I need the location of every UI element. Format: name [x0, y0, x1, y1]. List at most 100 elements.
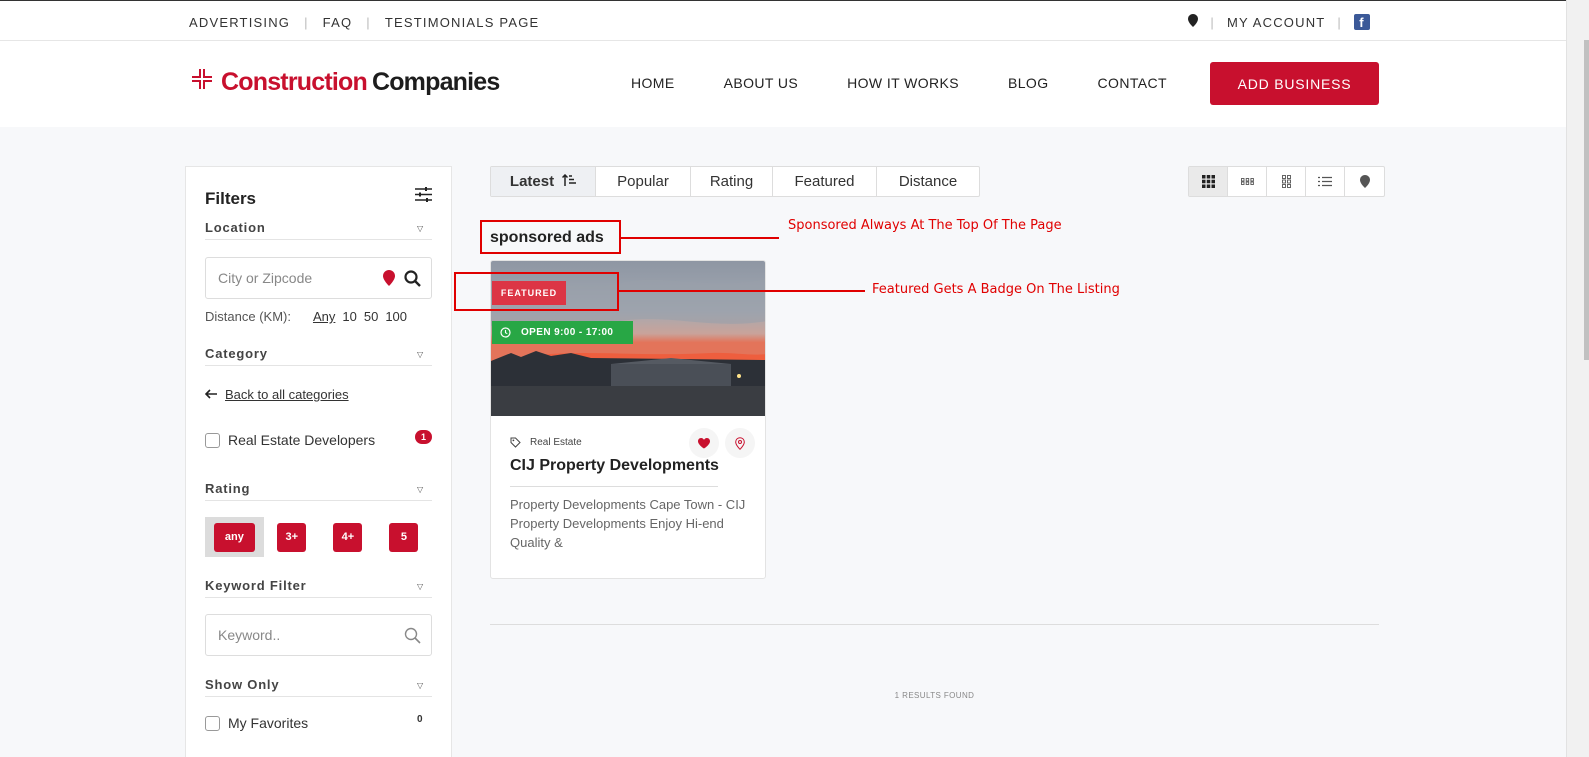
annotation-featured-text: Featured Gets A Badge On The Listing: [872, 282, 1120, 297]
nav-contact[interactable]: CONTACT: [1098, 75, 1167, 91]
nav-about-us[interactable]: ABOUT US: [724, 75, 799, 91]
category-label: Category: [205, 346, 268, 361]
results-divider: [490, 624, 1379, 625]
search-icon[interactable]: [404, 270, 421, 290]
rating-any-option[interactable]: any: [205, 517, 264, 557]
chevron-down-icon: ▽: [417, 224, 424, 233]
distance-label: Distance (KM):: [205, 309, 291, 324]
distance-50[interactable]: 50: [364, 309, 378, 324]
main-nav: HOME ABOUT US HOW IT WORKS BLOG CONTACT: [631, 75, 1216, 91]
map-view-icon[interactable]: [1345, 167, 1384, 196]
tab-latest[interactable]: Latest: [491, 167, 596, 196]
page-scrollbar[interactable]: [1566, 0, 1589, 757]
show-only-section-header[interactable]: Show Only ▽: [205, 677, 432, 697]
view-toggles: [1188, 166, 1385, 197]
facebook-icon[interactable]: f: [1354, 14, 1370, 30]
keyword-input[interactable]: Keyword..: [205, 614, 432, 656]
rating-5-pill: 5: [389, 522, 419, 552]
tab-rating[interactable]: Rating: [691, 167, 773, 196]
nav-home[interactable]: HOME: [631, 75, 675, 91]
logo-text-secondary: Companies: [371, 68, 500, 96]
rating-4plus-option[interactable]: 4+: [320, 517, 376, 557]
annotation-sponsored-box: [480, 220, 621, 254]
annotation-sponsored-line: [621, 237, 779, 239]
rating-5-option[interactable]: 5: [376, 517, 432, 557]
rating-label: Rating: [205, 481, 251, 496]
tab-distance[interactable]: Distance: [877, 167, 979, 196]
location-section-header[interactable]: Location ▽: [205, 220, 432, 240]
back-to-categories-link[interactable]: Back to all categories: [204, 387, 349, 402]
sort-tabs: Latest Popular Rating Featured Distance: [490, 166, 980, 197]
favorite-heart-icon[interactable]: [689, 428, 719, 458]
tab-popular[interactable]: Popular: [596, 167, 691, 196]
testimonials-link[interactable]: TESTIMONIALS PAGE: [385, 15, 540, 30]
back-link-label: Back to all categories: [225, 387, 349, 402]
annotation-sponsored-text: Sponsored Always At The Top Of The Page: [788, 218, 1062, 233]
logo-mark-icon: [191, 68, 213, 97]
open-hours-text: OPEN 9:00 - 17:00: [521, 327, 614, 338]
rating-3plus-option[interactable]: 3+: [264, 517, 320, 557]
add-business-button[interactable]: ADD BUSINESS: [1210, 62, 1379, 105]
separator: |: [304, 15, 309, 30]
separator: |: [1210, 14, 1215, 30]
rating-any-pill: any: [213, 522, 255, 552]
category-section-header[interactable]: Category ▽: [205, 346, 432, 366]
tab-featured[interactable]: Featured: [773, 167, 877, 196]
top-utility-bar: ADVERTISING | FAQ | TESTIMONIALS PAGE | …: [0, 0, 1566, 41]
rating-section-header[interactable]: Rating ▽: [205, 481, 432, 501]
grid-3-view-icon[interactable]: [1189, 167, 1228, 196]
rating-options: any 3+ 4+ 5: [205, 517, 432, 557]
favorites-count: 0: [417, 714, 423, 725]
filters-title: Filters: [205, 189, 257, 208]
checkbox[interactable]: [205, 432, 220, 448]
annotation-featured-line: [619, 290, 865, 292]
grid-4-view-icon[interactable]: [1228, 167, 1267, 196]
grid-2-view-icon[interactable]: [1267, 167, 1306, 196]
my-favorites-checkbox[interactable]: My Favorites: [205, 715, 308, 731]
distance-any[interactable]: Any: [313, 309, 335, 324]
separator: |: [366, 15, 371, 30]
nav-how-it-works[interactable]: HOW IT WORKS: [847, 75, 959, 91]
site-header: Construction Companies HOME ABOUT US HOW…: [0, 41, 1566, 127]
show-only-label: Show Only: [205, 677, 280, 692]
filter-settings-icon[interactable]: [415, 187, 432, 207]
chevron-down-icon: ▽: [417, 582, 424, 591]
search-icon[interactable]: [404, 627, 421, 647]
listing-title[interactable]: CIJ Property Developments: [510, 457, 719, 475]
city-zipcode-input[interactable]: City or Zipcode: [205, 257, 432, 299]
checkbox[interactable]: [205, 715, 220, 731]
annotation-featured-box: [454, 272, 619, 311]
rating-3plus-pill: 3+: [277, 522, 307, 552]
listing-category-label: Real Estate: [530, 437, 582, 448]
keyword-section-header[interactable]: Keyword Filter ▽: [205, 578, 432, 598]
card-divider: [510, 486, 718, 487]
top-right-links: | MY ACCOUNT | f: [1188, 14, 1370, 30]
clock-icon: [500, 327, 511, 338]
faq-link[interactable]: FAQ: [323, 15, 353, 30]
location-pin-icon[interactable]: [1188, 14, 1199, 30]
advertising-link[interactable]: ADVERTISING: [189, 15, 290, 30]
distance-filter: Distance (KM): Any 10 50 100: [205, 309, 432, 324]
city-zipcode-placeholder: City or Zipcode: [218, 270, 313, 286]
chevron-down-icon: ▽: [417, 485, 424, 494]
results-count: 1 RESULTS FOUND: [894, 691, 975, 700]
arrow-left-icon: [204, 387, 217, 402]
distance-10[interactable]: 10: [342, 309, 356, 324]
category-item-label: Real Estate Developers: [228, 432, 376, 448]
category-checkbox-real-estate[interactable]: Real Estate Developers: [205, 432, 375, 448]
open-hours-badge: OPEN 9:00 - 17:00: [492, 321, 633, 344]
top-links: ADVERTISING | FAQ | TESTIMONIALS PAGE: [189, 15, 539, 30]
my-account-link[interactable]: MY ACCOUNT: [1227, 15, 1325, 30]
nav-blog[interactable]: BLOG: [1008, 75, 1049, 91]
chevron-down-icon: ▽: [417, 681, 424, 690]
listing-category[interactable]: Real Estate: [510, 437, 582, 448]
site-logo[interactable]: Construction Companies: [191, 68, 500, 97]
list-view-icon[interactable]: [1306, 167, 1345, 196]
map-pin-icon[interactable]: [725, 428, 755, 458]
scrollbar-thumb[interactable]: [1584, 40, 1589, 360]
my-favorites-label: My Favorites: [228, 715, 309, 731]
listing-description: Property Developments Cape Town - CIJ Pr…: [510, 497, 746, 550]
distance-100[interactable]: 100: [385, 309, 407, 324]
map-pin-icon[interactable]: [383, 270, 395, 289]
logo-text-primary: Construction: [221, 68, 368, 96]
